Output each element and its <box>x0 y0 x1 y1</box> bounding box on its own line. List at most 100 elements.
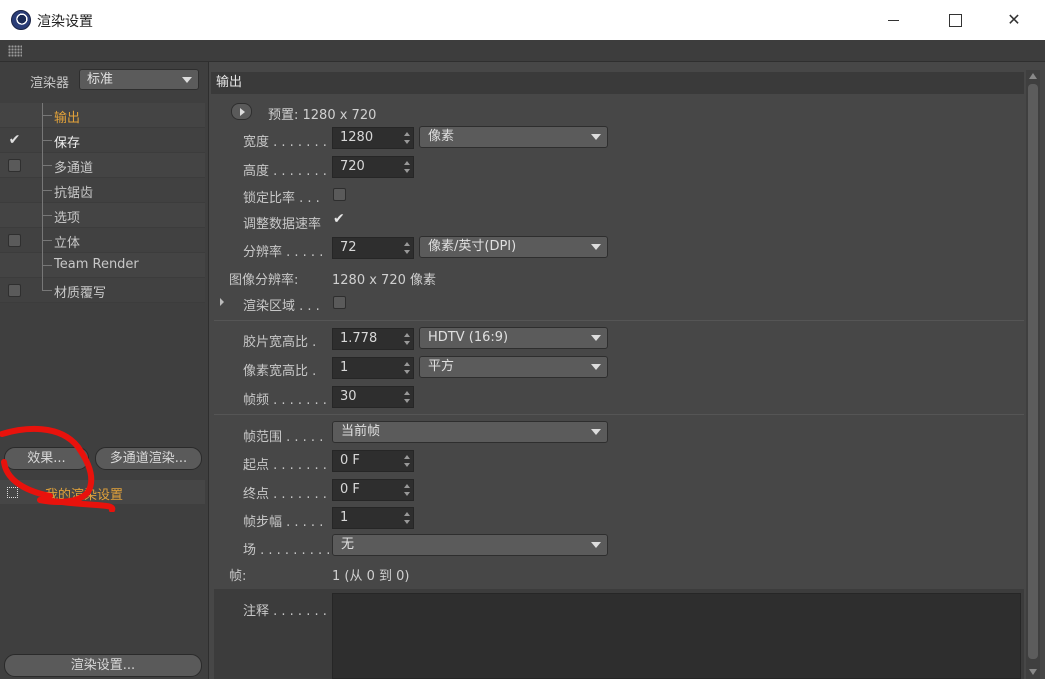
tree-item-label: 输出 <box>54 111 81 126</box>
tree-item-label: 保存 <box>54 136 81 151</box>
close-button[interactable]: ✕ <box>991 0 1037 40</box>
grip-icon[interactable] <box>8 45 22 57</box>
render-region-checkbox[interactable] <box>333 296 346 309</box>
checkmark-icon[interactable]: ✔ <box>8 133 21 147</box>
tree-item-antialiasing[interactable]: 抗锯齿 <box>0 178 205 203</box>
render-preset-icon <box>7 487 18 498</box>
tree-item-checkbox[interactable] <box>8 284 21 297</box>
width-label: 宽度 . . . . . . . <box>243 135 327 150</box>
spinner-icon[interactable] <box>404 455 410 467</box>
tree-connector <box>42 165 52 166</box>
tree-item-output[interactable]: 输出 <box>0 103 205 128</box>
tree-connector <box>42 290 52 291</box>
spinner-icon[interactable] <box>404 333 410 345</box>
renderer-value: 标准 <box>87 72 114 87</box>
resolution-unit-value: 像素/英寸(DPI) <box>428 239 517 254</box>
maximize-button[interactable] <box>931 0 977 40</box>
renderer-select[interactable]: 标准 <box>79 69 199 90</box>
start-value: 0 F <box>340 453 360 468</box>
spinner-icon[interactable] <box>404 512 410 524</box>
pixel-aspect-field[interactable]: 1 <box>332 357 414 379</box>
tree-item-label: 抗锯齿 <box>54 186 94 201</box>
multipass-render-button[interactable]: 多通道渲染... <box>95 447 202 470</box>
tree-item-checkbox[interactable] <box>8 159 21 172</box>
tree-connector <box>42 115 52 116</box>
spinner-icon[interactable] <box>404 391 410 403</box>
film-aspect-select[interactable]: HDTV (16:9) <box>419 327 608 349</box>
toolbar-grip <box>0 40 1045 62</box>
frame-range-select[interactable]: 当前帧 <box>332 421 608 443</box>
spinner-icon[interactable] <box>404 161 410 173</box>
image-resolution-value: 1280 x 720 像素 <box>332 273 436 288</box>
preset-label: 预置: 1280 x 720 <box>268 108 377 123</box>
frame-rate-field[interactable]: 30 <box>332 386 414 408</box>
tree-item-options[interactable]: 选项 <box>0 203 205 228</box>
resolution-field[interactable]: 72 <box>332 237 414 259</box>
end-field[interactable]: 0 F <box>332 479 414 501</box>
frame-range-label: 帧范围 . . . . . <box>243 430 324 445</box>
output-settings-panel: 输出 预置: 1280 x 720 宽度 . . . . . . . 1280 … <box>211 62 1045 679</box>
renderer-label: 渲染器 <box>30 76 70 91</box>
start-label: 起点 . . . . . . . <box>243 458 327 473</box>
render-setting-preset[interactable]: 我的渲染设置 <box>0 480 205 504</box>
spinner-icon[interactable] <box>404 362 410 374</box>
tree-item-label: Team Render <box>54 257 139 272</box>
render-settings-button[interactable]: 渲染设置... <box>4 654 202 677</box>
tree-item-label: 多通道 <box>54 161 94 176</box>
chevron-down-icon <box>182 77 192 83</box>
end-label: 终点 . . . . . . . <box>243 487 327 502</box>
film-aspect-field[interactable]: 1.778 <box>332 328 414 350</box>
field-select[interactable]: 无 <box>332 534 608 556</box>
scroll-down-icon[interactable] <box>1029 669 1037 675</box>
tree-item-label: 立体 <box>54 236 81 251</box>
render-region-label: 渲染区域 . . . <box>243 299 320 314</box>
spinner-icon[interactable] <box>404 242 410 254</box>
title-bar: 渲染设置 ✕ <box>0 0 1045 40</box>
minimize-button[interactable] <box>870 0 916 40</box>
tree-item-label: 材质覆写 <box>54 286 107 301</box>
tree-connector <box>42 240 52 241</box>
frame-step-field[interactable]: 1 <box>332 507 414 529</box>
width-unit-select[interactable]: 像素 <box>419 126 608 148</box>
notes-textarea[interactable] <box>332 593 1021 679</box>
height-field[interactable]: 720 <box>332 156 414 178</box>
width-value: 1280 <box>340 130 374 145</box>
frames-label: 帧: <box>229 569 247 584</box>
tree-item-multipass[interactable]: 多通道 <box>0 153 205 178</box>
preset-play-icon[interactable] <box>231 103 252 120</box>
lock-ratio-checkbox[interactable] <box>333 188 346 201</box>
field-label: 场 . . . . . . . . . <box>243 543 331 558</box>
left-panel: 渲染器 标准 输出 ✔ 保存 多通道 抗锯齿 选项 立体 Team Render… <box>0 62 209 679</box>
tree-item-team-render[interactable]: Team Render <box>0 253 205 278</box>
height-value: 720 <box>340 159 365 174</box>
expand-arrow-icon[interactable] <box>220 298 224 306</box>
frame-rate-label: 帧频 . . . . . . . <box>243 393 327 408</box>
cinema4d-app-icon <box>11 10 31 30</box>
effects-button[interactable]: 效果... <box>4 447 89 470</box>
pixel-aspect-select[interactable]: 平方 <box>419 356 608 378</box>
checkmark-icon[interactable]: ✔ <box>333 212 346 226</box>
end-value: 0 F <box>340 482 360 497</box>
chevron-down-icon <box>591 244 601 250</box>
resolution-unit-select[interactable]: 像素/英寸(DPI) <box>419 236 608 258</box>
scroll-up-icon[interactable] <box>1029 73 1037 79</box>
field-value: 无 <box>341 537 355 552</box>
chevron-down-icon <box>591 335 601 341</box>
width-unit-value: 像素 <box>428 129 455 144</box>
spinner-icon[interactable] <box>404 484 410 496</box>
lock-ratio-label: 锁定比率 . . . <box>243 191 320 206</box>
frames-value: 1 (从 0 到 0) <box>332 569 410 584</box>
width-field[interactable]: 1280 <box>332 127 414 149</box>
tree-item-stereo[interactable]: 立体 <box>0 228 205 253</box>
vertical-scrollbar[interactable] <box>1026 70 1040 679</box>
tree-item-save[interactable]: ✔ 保存 <box>0 128 205 153</box>
window-title: 渲染设置 <box>37 14 93 30</box>
pixel-aspect-value: 1 <box>340 360 349 375</box>
tree-item-checkbox[interactable] <box>8 234 21 247</box>
spinner-icon[interactable] <box>404 132 410 144</box>
film-aspect-preset: HDTV (16:9) <box>428 330 509 345</box>
tree-item-label: 选项 <box>54 211 81 226</box>
start-field[interactable]: 0 F <box>332 450 414 472</box>
tree-item-material-override[interactable]: 材质覆写 <box>0 278 205 303</box>
scrollbar-thumb[interactable] <box>1028 84 1038 659</box>
